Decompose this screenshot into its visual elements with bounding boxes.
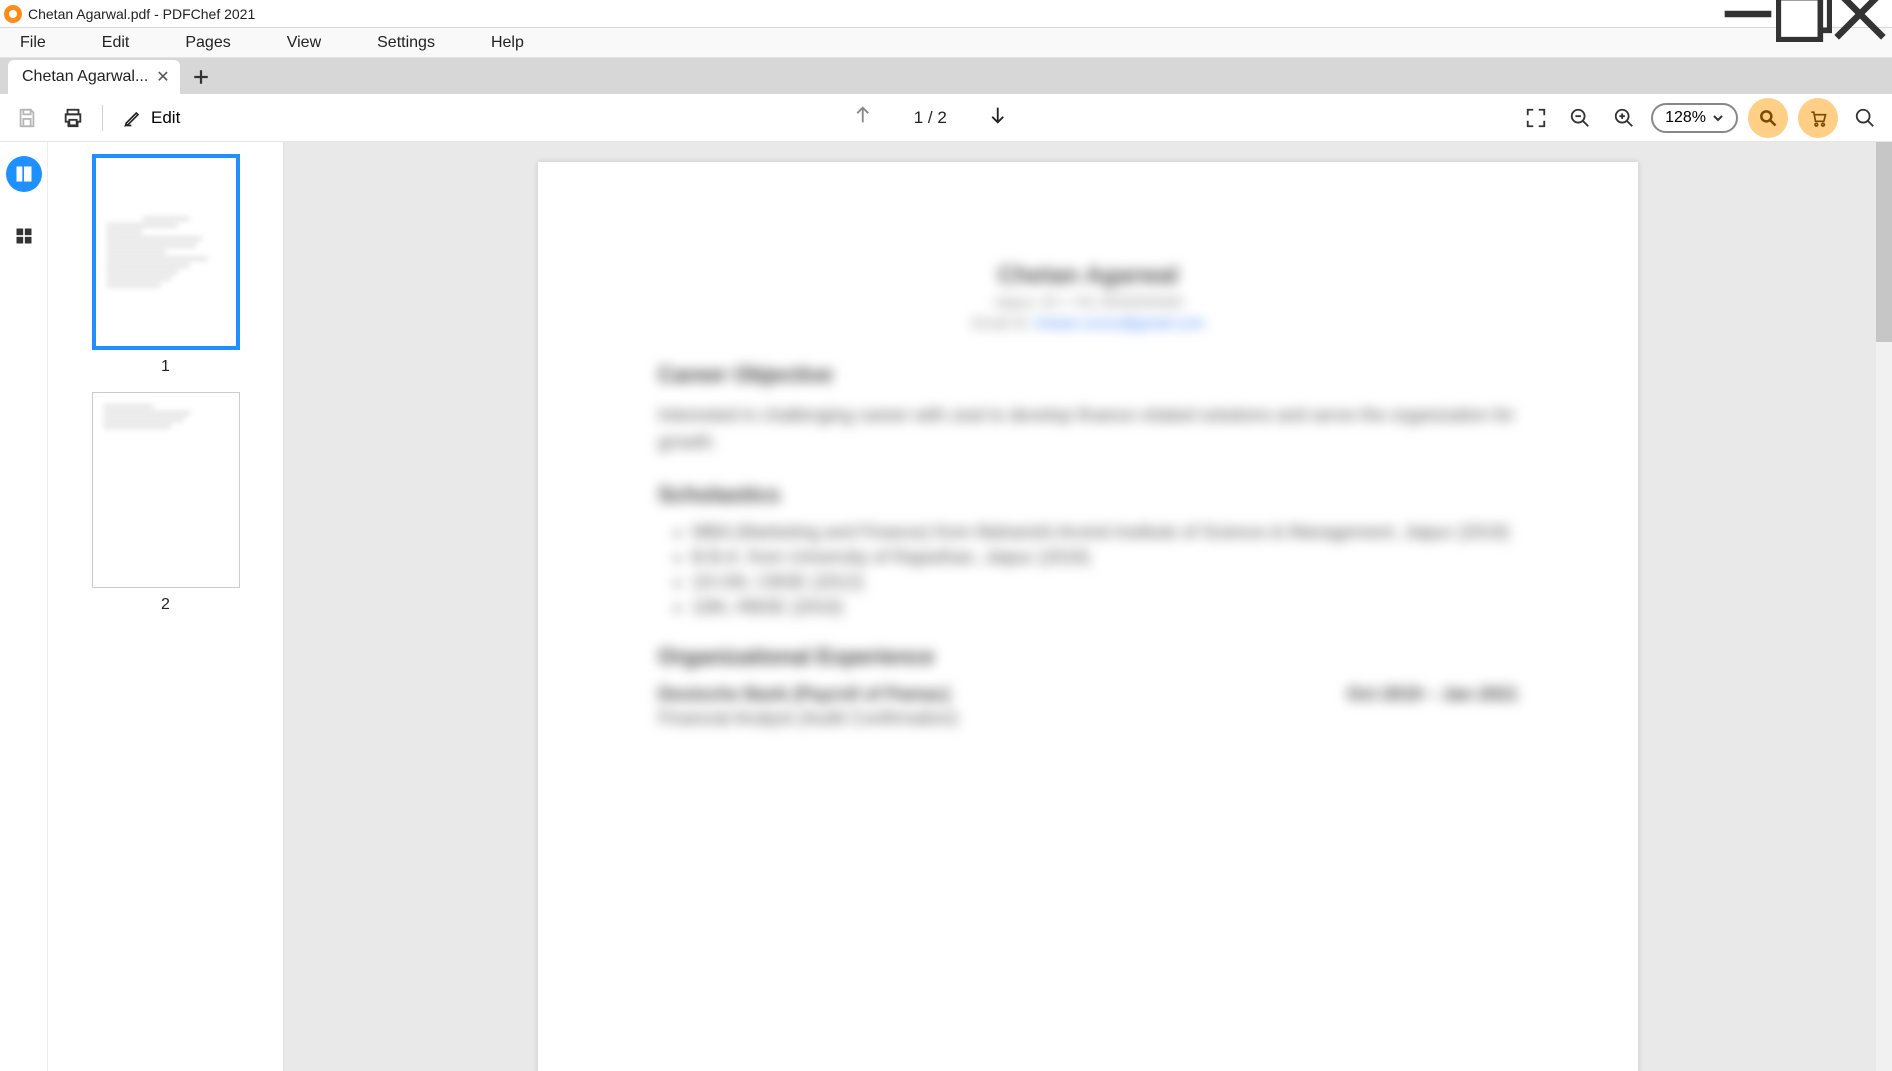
maximize-button[interactable] <box>1776 0 1832 28</box>
find-replace-button[interactable] <box>1748 98 1788 138</box>
zoom-in-button[interactable] <box>1607 101 1641 135</box>
thumbnails-panel-button[interactable] <box>6 156 42 192</box>
edu-item: MBA (Marketing and Finance) from Maharis… <box>692 522 1518 543</box>
exp-role: Financial Analyst (Audit Confirmation) <box>658 705 1518 732</box>
menu-settings[interactable]: Settings <box>349 28 463 58</box>
save-button[interactable] <box>10 101 44 135</box>
thumbnail-number-1: 1 <box>161 358 170 376</box>
edu-item: 10th, RBSE (2010) <box>692 597 1518 618</box>
exp-dates: Oct 2019 – Jan 2021 <box>1347 684 1518 705</box>
tab-label: Chetan Agarwal... <box>22 68 148 86</box>
workspace: 1 2 Chetan Agarwal Jaipur, IN • +91 0000… <box>0 142 1892 1071</box>
new-tab-button[interactable] <box>184 60 218 94</box>
objective-text: Interested in challenging career with ze… <box>658 402 1518 456</box>
edu-item: B.B.A. from University of Rajasthan, Jai… <box>692 547 1518 568</box>
menu-view[interactable]: View <box>259 28 349 58</box>
menu-pages[interactable]: Pages <box>157 28 258 58</box>
print-button[interactable] <box>56 101 90 135</box>
section-experience: Organizational Experience <box>658 644 1518 670</box>
edit-label: Edit <box>151 108 180 128</box>
doc-email: chetan.xxxxx@gmail.com <box>1034 315 1204 332</box>
zoom-select[interactable]: 128% <box>1651 103 1738 133</box>
page-view[interactable]: Chetan Agarwal Jaipur, IN • +91 00000000… <box>284 142 1892 1071</box>
titlebar: Chetan Agarwal.pdf - PDFChef 2021 <box>0 0 1892 28</box>
edit-mode-button[interactable]: Edit <box>115 104 188 132</box>
page-indicator: 1 / 2 <box>914 108 947 128</box>
thumbnail-number-2: 2 <box>161 596 170 614</box>
menu-edit[interactable]: Edit <box>74 28 158 58</box>
zoom-out-button[interactable] <box>1563 101 1597 135</box>
minimize-button[interactable] <box>1720 0 1776 28</box>
toolbar: Edit 1 / 2 128% <box>0 94 1892 142</box>
doc-contact: Jaipur, IN • +91 0000000000 <box>658 294 1518 311</box>
app-icon <box>4 5 22 23</box>
grid-view-button[interactable] <box>6 218 42 254</box>
doc-name: Chetan Agarwal <box>658 262 1518 290</box>
exp-company: Deutsche Bank (Payroll of Pamac) <box>658 684 950 705</box>
chevron-down-icon <box>1712 112 1724 124</box>
toolbar-divider <box>102 105 103 131</box>
document-tab[interactable]: Chetan Agarwal... ✕ <box>8 60 180 94</box>
cart-button[interactable] <box>1798 98 1838 138</box>
menu-help[interactable]: Help <box>463 28 552 58</box>
menu-file[interactable]: File <box>12 28 74 58</box>
menubar: File Edit Pages View Settings Help <box>0 28 1892 58</box>
tab-close-icon[interactable]: ✕ <box>156 67 169 87</box>
close-button[interactable] <box>1832 0 1888 28</box>
left-rail <box>0 142 48 1071</box>
section-scholastics: Scholastics <box>658 482 1518 508</box>
search-button[interactable] <box>1848 101 1882 135</box>
document-content: Chetan Agarwal Jaipur, IN • +91 00000000… <box>658 262 1518 732</box>
thumbnail-page-2[interactable] <box>92 392 240 588</box>
thumbnail-page-1[interactable] <box>92 154 240 350</box>
vertical-scrollbar[interactable] <box>1876 142 1892 1071</box>
window-title: Chetan Agarwal.pdf - PDFChef 2021 <box>28 6 255 22</box>
thumbnail-panel: 1 2 <box>48 142 284 1071</box>
fullscreen-button[interactable] <box>1519 101 1553 135</box>
pdf-page: Chetan Agarwal Jaipur, IN • +91 00000000… <box>538 162 1638 1071</box>
edu-item: 10+2th, CBSE (2012) <box>692 572 1518 593</box>
prev-page-button[interactable] <box>852 104 874 131</box>
zoom-value: 128% <box>1665 109 1706 127</box>
next-page-button[interactable] <box>987 104 1009 131</box>
tabbar: Chetan Agarwal... ✕ <box>0 58 1892 94</box>
section-career-objective: Career Objective <box>658 362 1518 388</box>
scrollbar-thumb[interactable] <box>1876 142 1892 342</box>
